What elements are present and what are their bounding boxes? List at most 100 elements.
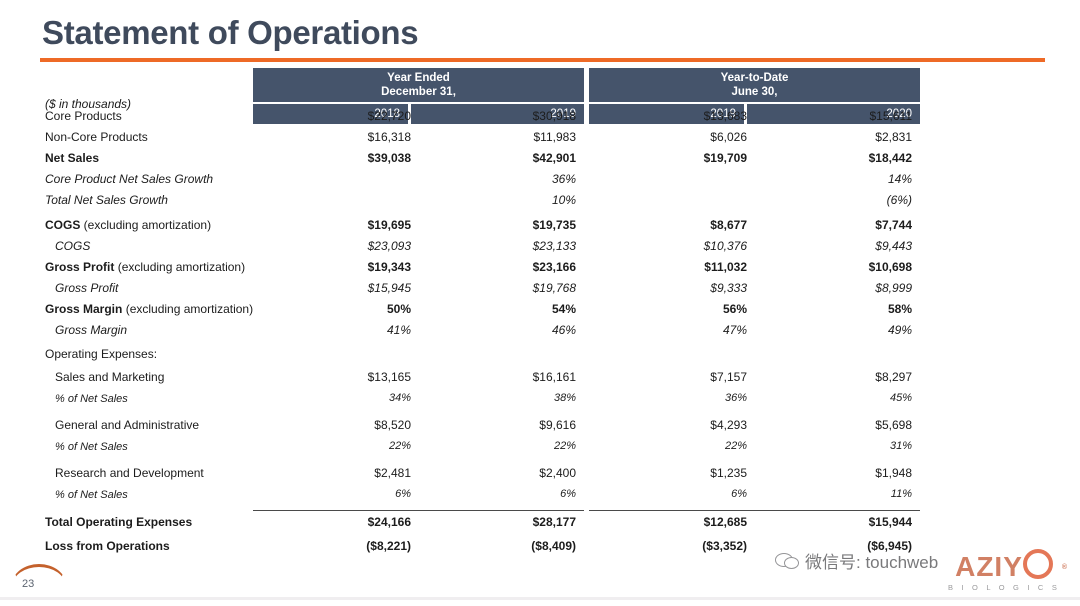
table-cell: $23,133 [532, 239, 576, 253]
row-label: % of Net Sales [55, 390, 128, 407]
table-cell: $19,343 [367, 260, 411, 274]
table-cell: $24,166 [367, 515, 411, 529]
table-cell: 50% [386, 302, 411, 316]
table-cell: 22% [388, 440, 411, 452]
table-cell: 38% [553, 392, 576, 404]
table-cell: 36% [551, 172, 576, 186]
logo-registered-mark: ® [1061, 564, 1068, 571]
row-label: Gross Margin (excluding amortization) [45, 301, 253, 317]
table-cell: 47% [722, 323, 747, 337]
table-cell: $10,698 [868, 260, 912, 274]
row-label: Gross Margin [55, 323, 128, 337]
row-label-qualifier: (excluding amortization) [80, 218, 212, 232]
table-cell: 14% [887, 172, 912, 186]
table-cell: $12,685 [703, 515, 747, 529]
table-row: Gross Margin (excluding amortization) 50%… [40, 301, 1040, 322]
table-cell: (6%) [886, 193, 912, 207]
table-cell: ($3,352) [702, 539, 747, 553]
page-number: 23 [22, 578, 35, 590]
table-cell: $19,735 [532, 218, 576, 232]
table-cell: 46% [551, 323, 576, 337]
table-cell: $16,161 [532, 370, 576, 384]
table-cell: $15,945 [367, 281, 411, 295]
table-cell: $23,093 [367, 239, 411, 253]
row-label-main: % of Net Sales [55, 393, 128, 405]
row-label: Operating Expenses: [45, 347, 158, 361]
table-row: Non-Core Products $16,318 $11,983 $6,026 $2,… [40, 129, 1040, 150]
table-cell: ($8,409) [531, 539, 576, 553]
wechat-icon [775, 552, 799, 570]
table-cell: $13,165 [367, 370, 411, 384]
table-cell: $8,677 [710, 218, 747, 232]
bottom-divider [0, 597, 1080, 600]
table-cell: 45% [889, 392, 912, 404]
row-label: Net Sales [45, 151, 100, 165]
row-label: Core Products [45, 109, 122, 123]
logo-tagline: B I O L O G I C S [947, 583, 1061, 592]
table-row: COGS $23,093 $23,133 $10,376 $9,443 [40, 238, 1040, 259]
page-number-arc [12, 564, 66, 589]
watermark: 微信号: touchweb [775, 548, 938, 573]
table-cell: $19,709 [703, 151, 747, 165]
row-label: COGS (excluding amortization) [45, 217, 211, 233]
row-label: Loss from Operations [45, 539, 170, 553]
slide-statement-of-operations: Statement of Operations Year Ended Decem… [0, 0, 1080, 606]
row-label: Total Net Sales Growth [45, 193, 168, 207]
table-cell: $10,376 [703, 239, 747, 253]
table-cell: $19,768 [532, 281, 576, 295]
row-label: % of Net Sales [55, 486, 128, 503]
table-row: Core Products $22,720 $30,918 $13,683 $15,61… [40, 108, 1040, 129]
page-title: Statement of Operations [42, 14, 419, 51]
row-label: Core Product Net Sales Growth [45, 172, 214, 186]
table-cell: $8,999 [875, 281, 912, 295]
table-row: Gross Margin 41% 46% 47% 49% [40, 322, 1040, 343]
table-cell: $2,831 [875, 130, 912, 144]
row-label-main: % of Net Sales [55, 441, 128, 453]
row-label-main: Gross Margin [45, 302, 123, 316]
table-cell: 10% [551, 193, 576, 207]
table-row: Total Net Sales Growth 10% (6%) [40, 192, 1040, 213]
row-label-main: Gross Profit [45, 260, 115, 274]
table-row: % of Net Sales 22% 22% 22% 31% [40, 438, 1040, 459]
table-cell: $15,611 [869, 109, 913, 123]
row-label: Research and Development [55, 466, 204, 480]
table-cell: $39,038 [367, 151, 411, 165]
table-cell: 54% [551, 302, 576, 316]
table-cell: $6,026 [710, 130, 747, 144]
table-cell: 22% [553, 440, 576, 452]
table-cell: $9,616 [539, 418, 576, 432]
table-cell: $23,166 [532, 260, 576, 274]
table-cell: $9,443 [875, 239, 912, 253]
table-cell: 41% [386, 323, 411, 337]
table-cell: $5,698 [875, 418, 912, 432]
table-cell: $7,157 [710, 370, 747, 384]
row-label: General and Administrative [55, 418, 200, 432]
totals-separator-rule [253, 510, 584, 511]
table-row: Research and Development $2,481 $2,400 $1,2… [40, 465, 1040, 486]
row-label: Gross Profit [55, 281, 119, 295]
table-cell: $4,293 [710, 418, 747, 432]
table-cell: $19,695 [367, 218, 411, 232]
table-cell: $1,235 [710, 466, 747, 480]
table-cell: $11,032 [704, 260, 747, 274]
logo-name: AZIY [955, 551, 1023, 582]
watermark-text: 微信号: touchweb [805, 553, 939, 572]
table-cell: $7,744 [875, 218, 912, 232]
table-cell: $28,177 [532, 515, 576, 529]
table-cell: 36% [724, 392, 747, 404]
title-underline-rule [40, 58, 1045, 62]
table-cell: $18,442 [868, 151, 912, 165]
table-cell: $8,520 [374, 418, 411, 432]
group-header-line1: Year-to-Date [720, 72, 789, 84]
row-label: Total Operating Expenses [45, 515, 193, 529]
row-label: Non-Core Products [45, 130, 148, 144]
table-row: Total Operating Expenses $24,166 $28,177 $1… [40, 514, 1040, 535]
row-label: % of Net Sales [55, 438, 128, 455]
table-row: General and Administrative $8,520 $9,616 $4… [40, 417, 1040, 438]
group-header-line1: Year Ended [387, 72, 450, 84]
table-cell: $15,944 [868, 515, 912, 529]
table-row: Gross Profit $15,945 $19,768 $9,333 $8,999 [40, 280, 1040, 301]
financial-table: Year Ended December 31, Year-to-Date Jun… [40, 68, 1040, 553]
table-cell: 56% [722, 302, 747, 316]
table-cell: 34% [388, 392, 411, 404]
